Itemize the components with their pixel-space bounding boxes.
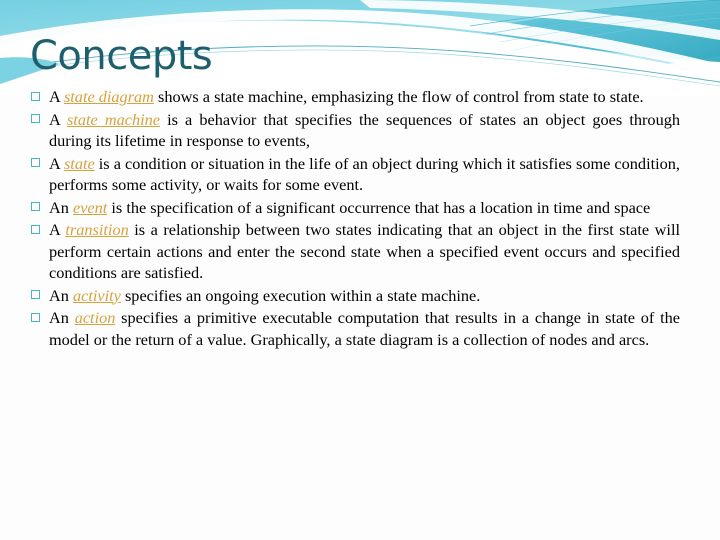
highlighted-term: event xyxy=(72,197,108,217)
hollow-square-bullet-icon xyxy=(31,202,40,211)
bullet-body-text: is a condition or situation in the life … xyxy=(49,153,680,195)
bullet-body-text: is a relationship between two states ind… xyxy=(49,220,680,282)
concepts-list: A state diagram shows a state machine, e… xyxy=(30,86,680,350)
bullet-lead-text: An xyxy=(49,197,73,217)
highlighted-term: activity xyxy=(72,285,121,305)
bullet-lead-text: An xyxy=(49,285,73,305)
page-title: Concepts xyxy=(30,33,213,79)
highlighted-term: state diagram xyxy=(63,87,154,106)
bullet-body-text: shows a state machine, emphasizing the f… xyxy=(153,87,644,106)
list-item: An action specifies a primitive executab… xyxy=(30,307,680,350)
hollow-square-bullet-icon xyxy=(31,312,40,322)
highlighted-term: action xyxy=(74,308,116,327)
list-item: An event is the specification of a signi… xyxy=(30,197,680,219)
hollow-square-bullet-icon xyxy=(31,114,40,123)
list-item: A state machine is a behavior that speci… xyxy=(30,109,680,152)
highlighted-term: state xyxy=(63,153,95,173)
hollow-square-bullet-icon xyxy=(31,158,40,167)
list-item: A transition is a relationship between t… xyxy=(30,219,680,284)
hollow-square-bullet-icon xyxy=(31,91,40,101)
presentation-slide: Concepts A state diagram shows a state m… xyxy=(0,0,720,540)
hollow-square-bullet-icon xyxy=(31,224,40,234)
bullet-body-text: is the specification of a significant oc… xyxy=(107,197,651,217)
highlighted-term: state machine xyxy=(66,109,160,129)
list-item: A state is a condition or situation in t… xyxy=(30,153,680,196)
bullet-lead-text: A xyxy=(49,87,64,106)
highlighted-term: transition xyxy=(65,220,129,239)
slide-body: A state diagram shows a state machine, e… xyxy=(30,86,680,351)
bullet-lead-text: A xyxy=(49,220,66,239)
list-item: A state diagram shows a state machine, e… xyxy=(30,86,680,108)
bullet-lead-text: A xyxy=(49,153,64,173)
bullet-lead-text: An xyxy=(49,308,75,327)
bullet-lead-text: A xyxy=(49,109,67,129)
bullet-body-text: specifies a primitive executable computa… xyxy=(49,308,681,349)
bullet-body-text: specifies an ongoing execution within a … xyxy=(120,285,481,305)
list-item: An activity specifies an ongoing executi… xyxy=(30,285,680,307)
hollow-square-bullet-icon xyxy=(31,290,40,299)
